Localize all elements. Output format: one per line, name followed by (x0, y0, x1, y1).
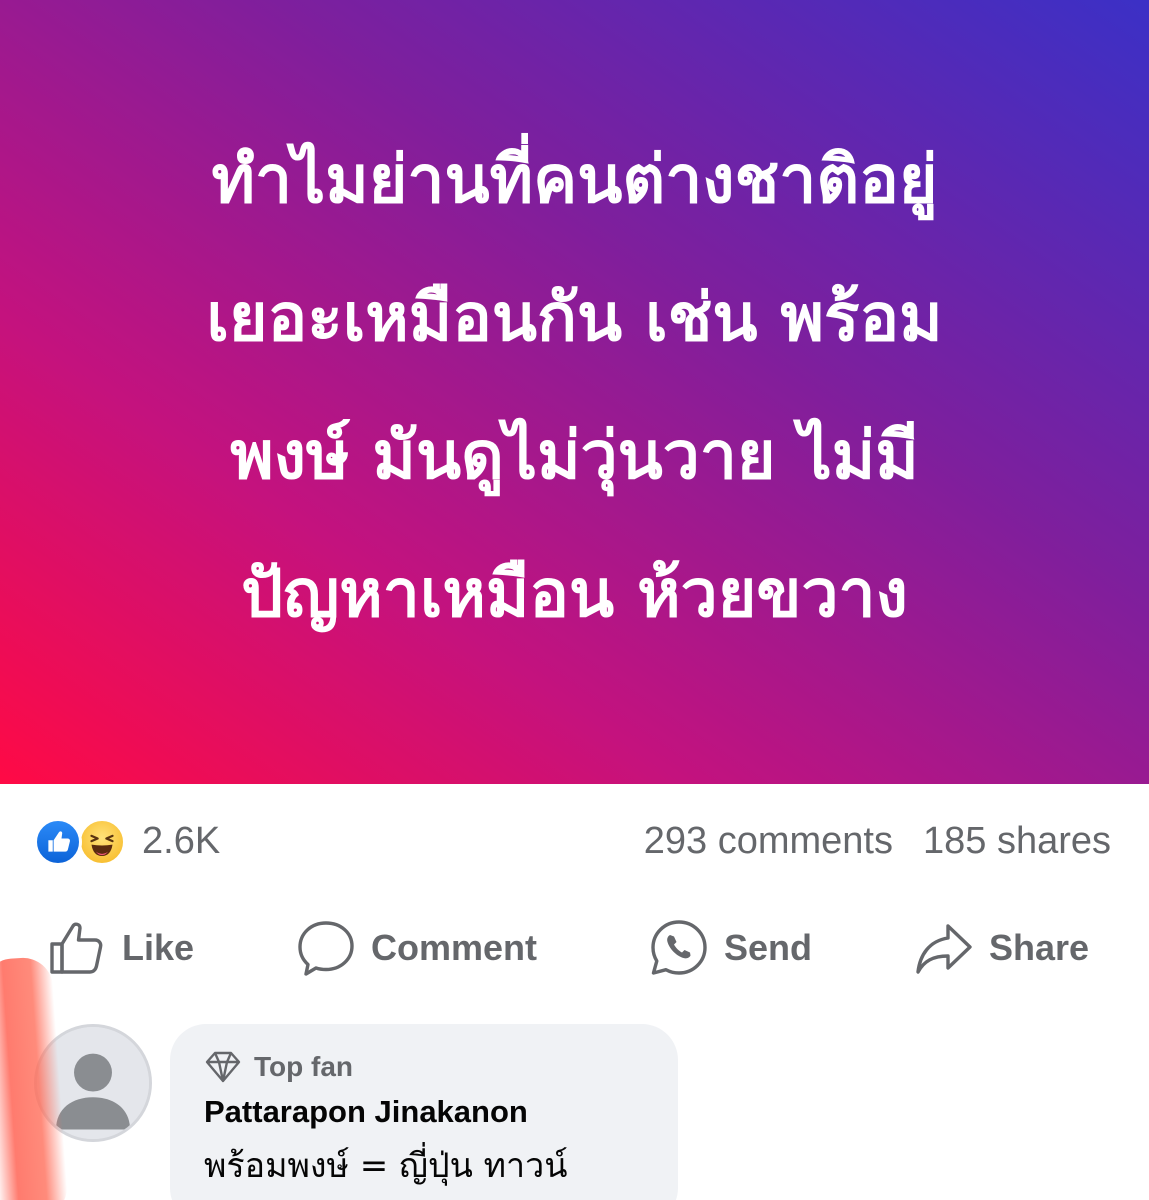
comment-item: Top fan Pattarapon Jinakanon พร้อมพงษ์ =… (0, 1024, 1149, 1200)
reaction-summary: 2.6K 293 comments 185 shares (0, 800, 1149, 884)
diamond-icon (205, 1051, 241, 1083)
facebook-post-screenshot: ทำไมย่านที่คนต่างชาติอยู่ เยอะเหมือนกัน … (0, 0, 1149, 1200)
comment-button[interactable]: Comment (295, 913, 537, 983)
post-text-banner: ทำไมย่านที่คนต่างชาติอยู่ เยอะเหมือนกัน … (0, 0, 1149, 784)
like-label: Like (122, 927, 195, 968)
share-button[interactable]: Share (913, 913, 1089, 983)
post-stats: 293 comments 185 shares (644, 820, 1111, 863)
send-button[interactable]: Send (648, 913, 812, 983)
badge-label: Top fan (254, 1051, 354, 1082)
reaction-icons[interactable] (34, 818, 134, 866)
reaction-count[interactable]: 2.6K (142, 820, 220, 863)
like-reaction-icon (34, 818, 82, 866)
post-text-line: ทำไมย่านที่คนต่างชาติอยู่ (211, 141, 938, 218)
comment-bubble-icon (298, 921, 354, 976)
post-text-line: เยอะเหมือนกัน เช่น พร้อม (206, 279, 943, 356)
haha-reaction-icon (78, 818, 126, 866)
comment-count[interactable]: 293 comments (644, 820, 893, 863)
send-label: Send (724, 927, 813, 968)
like-button[interactable]: Like (46, 913, 194, 983)
post-text: ทำไมย่านที่คนต่างชาติอยู่ เยอะเหมือนกัน … (95, 111, 1055, 663)
comment-bubble: Top fan Pattarapon Jinakanon พร้อมพงษ์ =… (170, 1024, 678, 1200)
action-bar: Like Comment Send Share (0, 905, 1149, 989)
thumbs-up-icon (50, 922, 103, 974)
top-fan-badge: Top fan (204, 1050, 678, 1084)
share-arrow-icon (916, 924, 972, 974)
whatsapp-icon (651, 920, 707, 975)
share-count[interactable]: 185 shares (923, 820, 1111, 863)
comment-label: Comment (371, 927, 538, 968)
post-text-line: พงษ์ มันดูไม่วุ่นวาย ไม่มี (230, 417, 919, 494)
comment-author[interactable]: Pattarapon Jinakanon (204, 1094, 678, 1130)
share-label: Share (989, 927, 1090, 968)
highlight-annotation (0, 955, 69, 1200)
post-text-line: ปัญหาเหมือน ห้วยขวาง (241, 555, 908, 632)
comment-text: พร้อมพงษ์ = ญี่ปุ่น ทาวน์ (204, 1146, 568, 1186)
